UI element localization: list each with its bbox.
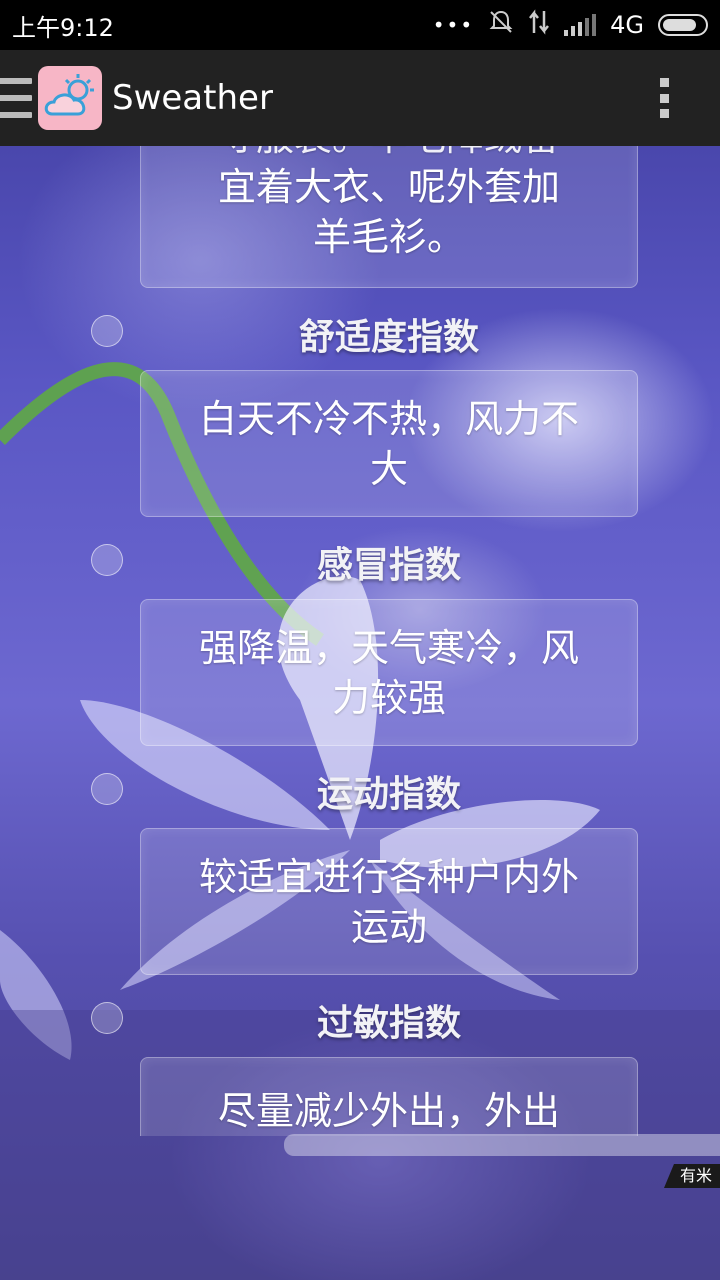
menu-icon[interactable] [0,78,32,118]
card-line: 寻服装。羊毛降绒番 [218,146,560,162]
signal-icon [564,14,597,36]
bell-muted-icon [488,9,514,41]
index-card-clothing: 寻服装。羊毛降绒番 宜着大衣、呢外套加 羊毛衫。 [140,146,638,288]
status-time: 上午9:12 [12,13,114,42]
card-line: 羊毛衫。 [312,215,465,259]
app-logo[interactable] [38,66,102,130]
horizontal-scrollbar[interactable] [284,1134,720,1156]
heading-allergy-index: 过敏指数 [316,1003,461,1044]
index-card-sport: 较适宜进行各种户内外运动 [140,828,638,975]
status-bar: 上午9:12 ••• 4G [0,0,720,50]
more-dots-icon: ••• [432,13,475,37]
index-list[interactable]: 寻服装。羊毛降绒番 宜着大衣、呢外套加 羊毛衫。 舒适度指数 白天不冷不热，风力… [0,146,720,1136]
heading-sport-index: 运动指数 [316,774,461,815]
heading-comfort-index: 舒适度指数 [298,317,479,358]
data-transfer-icon [528,9,550,41]
index-card-allergy: 尽量减少外出，外出 [140,1057,638,1136]
index-card-cold: 强降温，天气寒冷，风力较强 [140,599,638,746]
heading-cold-index: 感冒指数 [316,545,461,586]
index-card-comfort: 白天不冷不热，风力不大 [140,370,638,517]
network-type: 4G [610,11,644,39]
battery-icon [658,14,708,36]
overflow-menu-icon[interactable] [660,78,670,118]
timeline-dot [91,773,123,805]
status-icons: ••• 4G [433,9,708,41]
app-title: Sweather [112,78,273,118]
action-bar: Sweather [0,50,720,146]
timeline-dot [91,1002,123,1034]
card-line: 宜着大衣、呢外套加 [217,165,560,209]
timeline-dot [91,315,123,347]
timeline-dot [91,544,123,576]
